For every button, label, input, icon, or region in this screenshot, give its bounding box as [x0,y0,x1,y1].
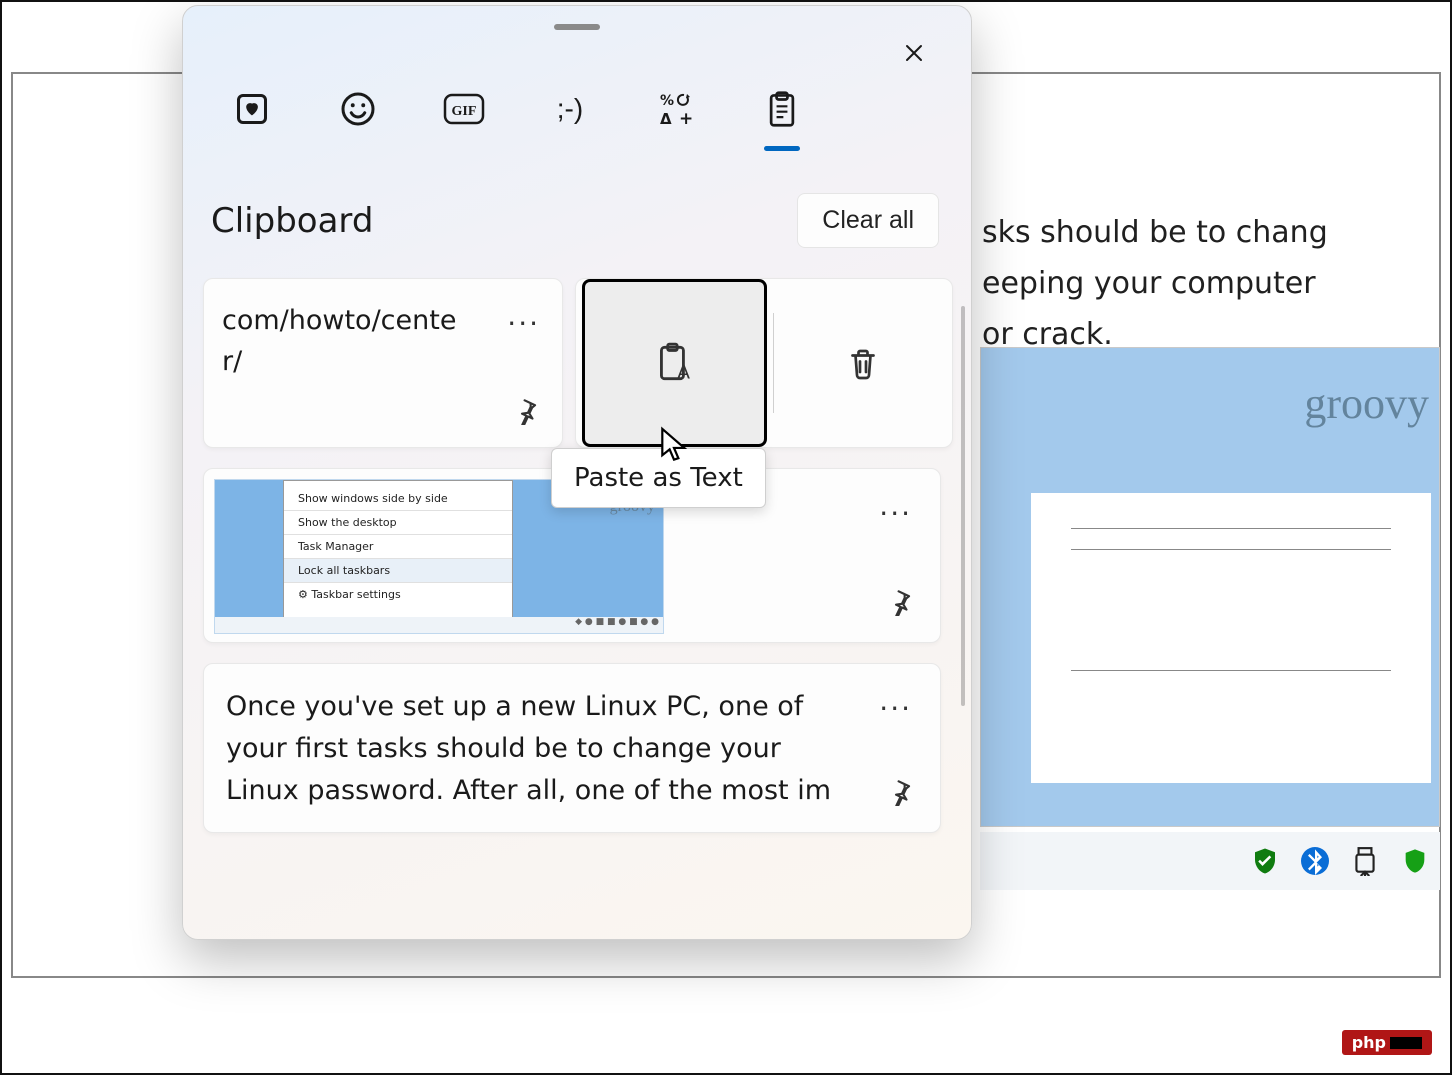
background-article-text: sks should be to chang eeping your compu… [982,207,1328,360]
tab-symbols[interactable]: % Δ + [652,85,700,133]
svg-text:%: % [660,93,674,109]
emoji-clipboard-panel: GIF ;-) % Δ + Clipboard Clear all com/ho… [182,5,972,940]
clip-text-content: Once you've set up a new Linux PC, one o… [226,686,848,812]
paste-as-text-button[interactable]: A [582,279,767,447]
svg-text:GIF: GIF [452,104,477,119]
category-tabs: GIF ;-) % Δ + [183,30,971,133]
clipboard-item-actions: A [575,278,953,448]
pin-button[interactable] [886,778,914,810]
delete-button[interactable] [774,279,953,447]
clipboard-item-text[interactable]: com/howto/cente r/ ··· [203,278,563,448]
watermark: php [1342,1030,1432,1055]
security-icon[interactable] [1400,846,1430,876]
tab-clipboard[interactable] [758,85,806,133]
svg-text:+: + [679,109,693,127]
tab-emoji[interactable] [334,85,382,133]
clear-all-button[interactable]: Clear all [797,193,939,248]
usb-icon[interactable] [1350,846,1380,876]
more-options-button[interactable]: ··· [879,692,912,725]
more-options-button[interactable]: ··· [879,497,912,530]
scrollbar[interactable] [961,306,965,706]
pin-button[interactable] [512,397,540,429]
more-options-button[interactable]: ··· [507,307,540,340]
mouse-cursor-icon [659,426,689,468]
pin-button[interactable] [886,588,914,620]
tab-gif[interactable]: GIF [440,85,488,133]
clip-text-content: com/howto/cente r/ [222,301,548,382]
bluetooth-icon[interactable] [1300,846,1330,876]
section-title: Clipboard [211,201,373,241]
tab-kaomoji[interactable]: ;-) [546,85,594,133]
system-tray-background [980,832,1440,890]
clipboard-item-text[interactable]: Once you've set up a new Linux PC, one o… [203,663,941,833]
close-button[interactable] [895,34,933,72]
tab-recent[interactable] [228,85,276,133]
defender-icon[interactable] [1250,846,1280,876]
svg-text:A: A [677,363,690,384]
svg-text:Δ: Δ [660,110,672,127]
background-article-image: groovy [980,347,1440,827]
clipboard-items: com/howto/cente r/ ··· A Paste as [183,266,971,833]
